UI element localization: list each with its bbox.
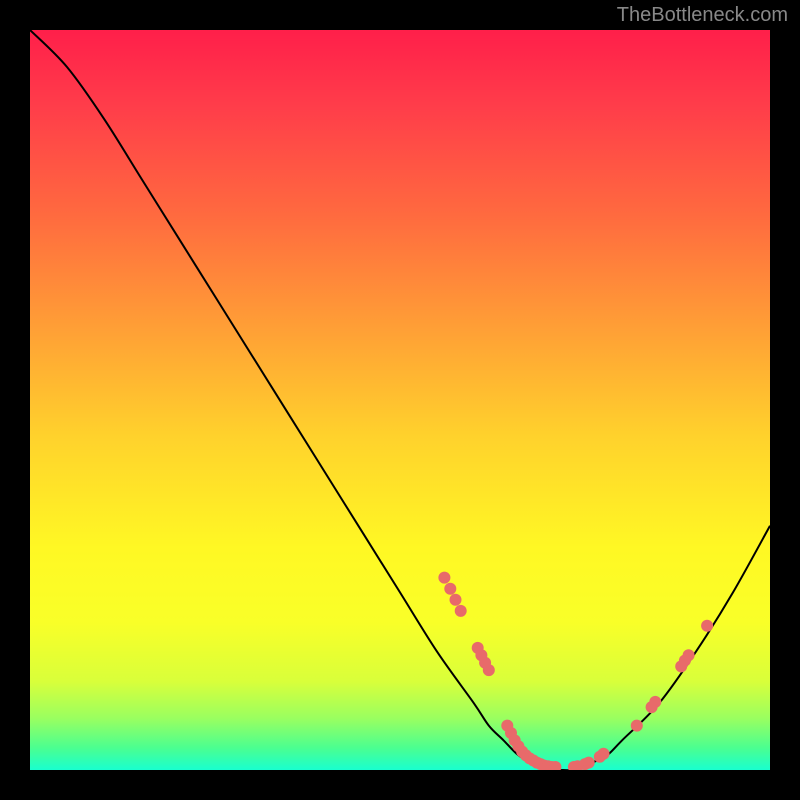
chart-svg bbox=[30, 30, 770, 770]
watermark-text: TheBottleneck.com bbox=[617, 4, 788, 27]
data-marker bbox=[683, 649, 695, 661]
data-markers-group bbox=[438, 572, 713, 770]
data-marker bbox=[438, 572, 450, 584]
data-marker bbox=[450, 594, 462, 606]
data-marker bbox=[701, 620, 713, 632]
data-marker bbox=[455, 605, 467, 617]
bottleneck-curve-line bbox=[30, 30, 770, 770]
data-marker bbox=[649, 696, 661, 708]
data-marker bbox=[583, 757, 595, 769]
data-marker bbox=[444, 583, 456, 595]
data-marker bbox=[483, 664, 495, 676]
chart-plot-area bbox=[30, 30, 770, 770]
data-marker bbox=[631, 720, 643, 732]
data-marker bbox=[598, 748, 610, 760]
